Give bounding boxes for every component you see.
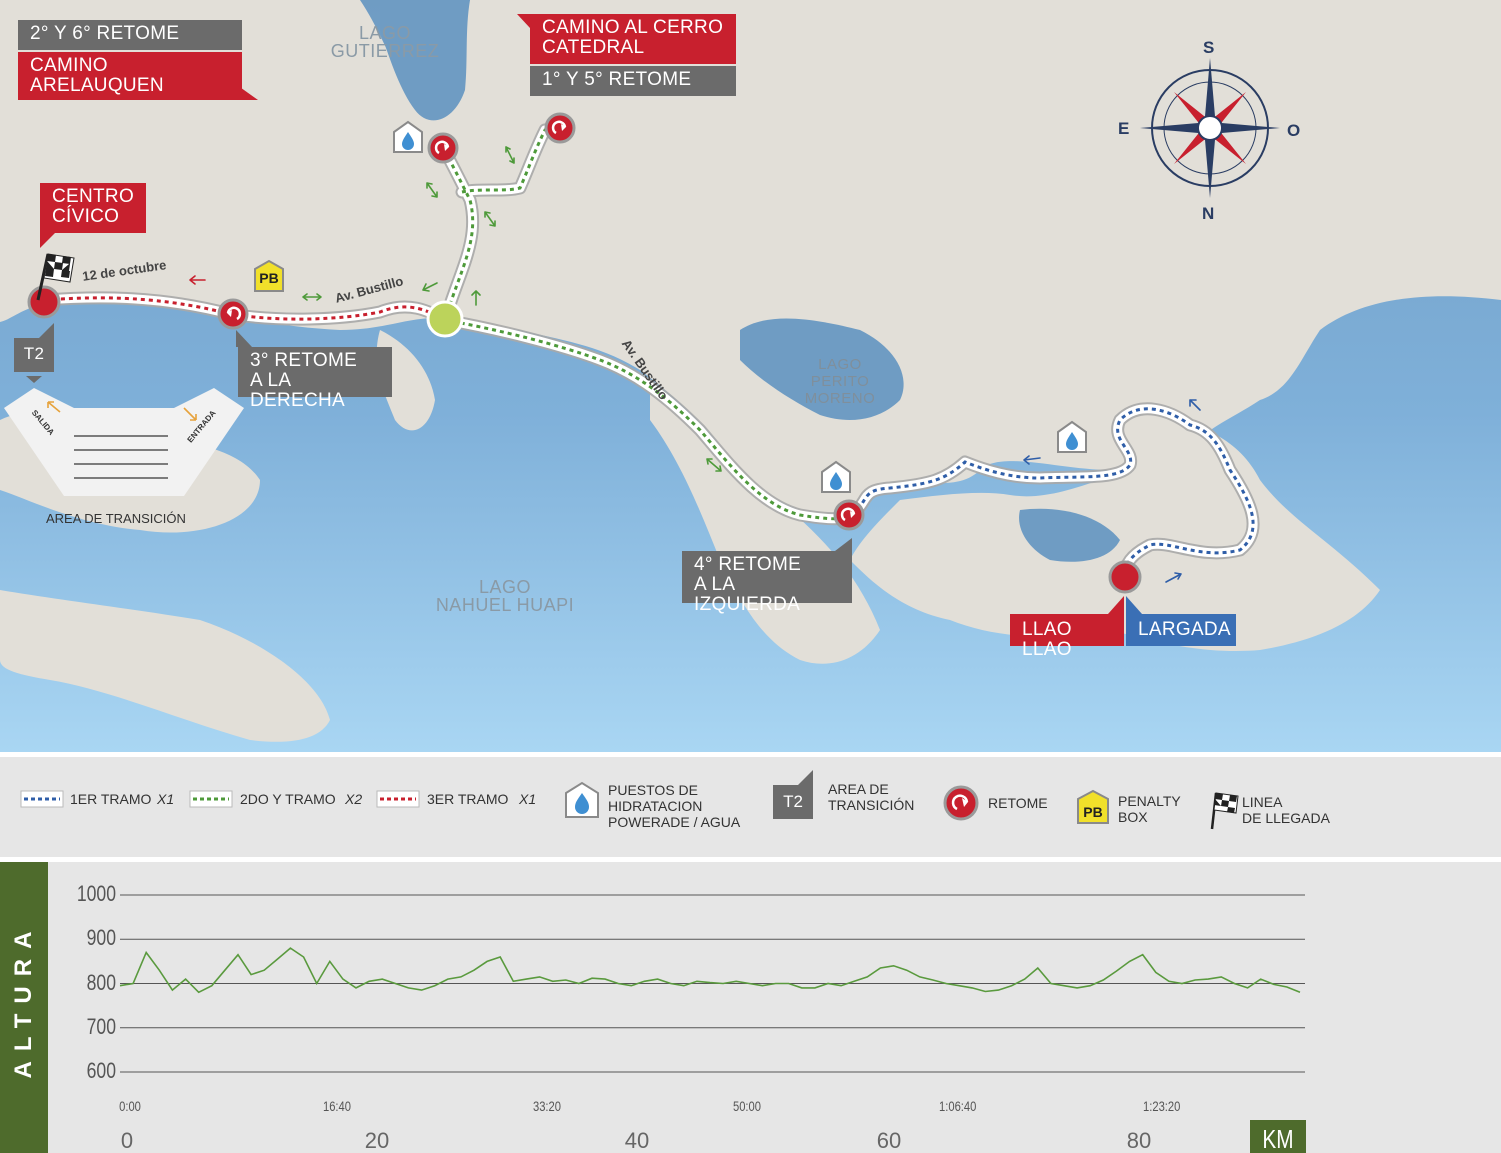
retome-4-label: 4° RETOME A LA IZQUIERDA (682, 551, 852, 615)
transition-area-title: AREA DE TRANSICIÓN (46, 511, 186, 526)
km-tick-label: 80 (1126, 1128, 1152, 1153)
legend-pb-text: PB (1083, 804, 1103, 820)
legend-tramo3-swatch (376, 790, 420, 808)
centro-civico-label: CENTRO CÍVICO (40, 183, 146, 233)
legend-t2-text: T2 (783, 792, 803, 811)
llao-llao-label: LLAO LLAO (1010, 614, 1124, 660)
penalty-box-text: PB (259, 270, 279, 286)
t2-badge-label: T2 (23, 344, 45, 363)
legend-panel: 1ER TRAMO X1 2DO Y TRAMO X2 3ER TRAMO X1… (0, 757, 1501, 857)
legend-finish-flag-icon (1210, 792, 1239, 830)
legend-tramo3-mult: X1 (519, 791, 537, 807)
retome-marker (544, 112, 576, 144)
legend-tramo1-label: 1ER TRAMO (70, 791, 152, 807)
compass-west: O (1287, 121, 1301, 140)
camino-cerro-catedral-label: CAMINO AL CERRO CATEDRAL (530, 14, 736, 64)
race-course-map-graphic: { "map": { "labels": { "retome_2_6": "2°… (0, 0, 1501, 1153)
time-tick-label: 33:20 (532, 1098, 562, 1114)
largada-label: LARGADA (1126, 614, 1236, 646)
legend-tramo1-mult: X1 (157, 791, 175, 807)
km-tick-label: 0 (120, 1128, 134, 1153)
elevation-line (119, 947, 1301, 994)
y-tick-label: 900 (86, 925, 116, 951)
map-canvas (0, 0, 1501, 752)
legend-tramo2-swatch (189, 790, 233, 808)
retome-3-label: 3° RETOME A LA DERECHA (238, 347, 392, 411)
time-tick-label: 0:00 (119, 1098, 141, 1114)
compass-south: S (1203, 38, 1215, 57)
time-tick-label: 1:06:40 (939, 1098, 977, 1114)
retome-2-6-label: 2° Y 6° RETOME (18, 20, 242, 50)
y-tick-label: 1000 (76, 881, 116, 906)
legend-hydration-icon (565, 781, 599, 818)
legend-tramo2-mult: X2 (345, 791, 363, 807)
y-tick-label: 800 (86, 969, 116, 995)
finish-point (27, 285, 61, 319)
lake-nahuel-huapi-label: LAGO NAHUEL HUAPI (435, 577, 575, 615)
legend-transition-label: AREA DE TRANSICIÓN (828, 781, 915, 813)
legend-tramo2-label: 2DO Y TRAMO (240, 791, 336, 807)
retome-marker (217, 298, 249, 330)
camino-arelauquen-label: CAMINO ARELAUQUEN (18, 52, 242, 100)
legend-tramo1-swatch (20, 790, 64, 808)
legend-penalty-label: PENALTY BOX (1118, 793, 1181, 825)
y-tick-label: 700 (86, 1013, 116, 1039)
compass-east: E (1118, 119, 1130, 138)
legend-retome-label: RETOME (988, 795, 1048, 811)
start-point (1108, 560, 1142, 594)
time-tick-label: 1:23:20 (1143, 1098, 1181, 1114)
compass-north: N (1202, 204, 1215, 223)
retome-marker (833, 499, 865, 531)
y-tick-label: 600 (86, 1058, 116, 1083)
km-tick-label: 40 (624, 1128, 650, 1153)
retome-1-5-label: 1° Y 5° RETOME (530, 66, 736, 96)
junction-point (426, 300, 464, 338)
km-tick-label: 60 (876, 1128, 902, 1153)
elevation-panel: ALTURA 1000 900 800 700 600 0:00 16:40 33:20 50:… (0, 862, 1501, 1153)
retome-marker (427, 132, 459, 164)
time-tick-label: 16:40 (322, 1098, 352, 1114)
km-unit-label: KM (1262, 1124, 1294, 1153)
km-tick-label: 20 (364, 1128, 390, 1153)
legend-retome-icon (943, 785, 979, 821)
time-tick-label: 50:00 (732, 1098, 762, 1114)
lake-perito-moreno-label: LAGO PERITO MORENO (804, 356, 876, 407)
legend-hydration-label: PUESTOS DE HIDRATACION POWERADE / AGUA (608, 782, 741, 830)
legend-finish-label: LINEA DE LLEGADA (1242, 794, 1330, 826)
legend-tramo3-label: 3ER TRAMO (427, 791, 509, 807)
lake-gutierrez-label: LAGO GUTIERREZ (330, 23, 440, 61)
